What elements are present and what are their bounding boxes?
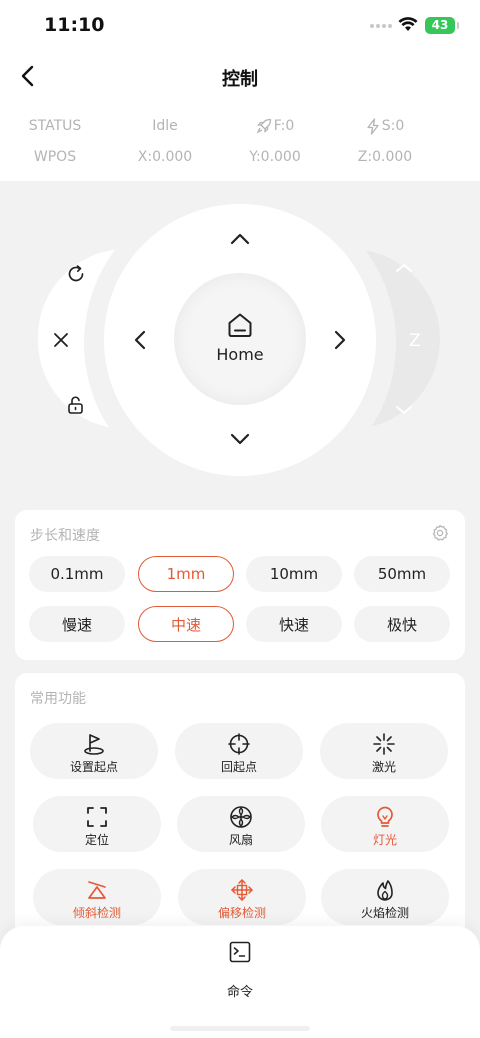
- z-position: Z:0.000: [357, 149, 413, 165]
- move-right-button[interactable]: [325, 325, 355, 355]
- home-label: Home: [216, 345, 264, 364]
- bottom-command-panel: 命令: [0, 926, 480, 1038]
- home-icon: [228, 313, 252, 337]
- positioning-label: 定位: [84, 833, 109, 847]
- step-option-1mm[interactable]: 1mm: [138, 556, 234, 592]
- wpos-label: WPOS: [33, 149, 77, 165]
- offset-detection-label: 偏移检测: [217, 906, 266, 920]
- step-option-10mm[interactable]: 10mm: [246, 556, 342, 592]
- spindle-speed: S:0: [330, 112, 440, 140]
- flame-detection-label: 火焰检测: [360, 906, 409, 920]
- gear-icon: [432, 524, 448, 541]
- lightning-icon: [367, 117, 379, 135]
- fan-icon: [230, 806, 252, 828]
- refresh-icon: [68, 265, 84, 282]
- light-button[interactable]: 灯光: [321, 796, 449, 852]
- rocket-icon: [256, 118, 271, 134]
- clock: 11:10: [44, 14, 105, 36]
- tilt-detection-label: 倾斜检测: [72, 906, 121, 920]
- home-button[interactable]: Home: [174, 273, 306, 405]
- move-down-button[interactable]: [225, 424, 255, 454]
- laser-button[interactable]: 激光: [320, 723, 448, 779]
- laser-icon: [373, 733, 395, 755]
- close-icon: [54, 333, 68, 347]
- frame-icon: [87, 807, 107, 827]
- flag-icon: [84, 734, 104, 755]
- wifi-icon: [398, 16, 418, 36]
- speed-option-max[interactable]: 极快: [354, 606, 450, 642]
- return-origin-button[interactable]: 回起点: [175, 723, 303, 779]
- speed-option-slow[interactable]: 慢速: [29, 606, 125, 642]
- crosshair-icon: [228, 733, 250, 755]
- spindle-value: S:0: [381, 118, 405, 134]
- flame-detection-button[interactable]: 火焰检测: [321, 869, 449, 925]
- home-indicator: [170, 1026, 310, 1031]
- speed-option-medium[interactable]: 中速: [138, 606, 234, 642]
- move-icon: [231, 879, 253, 901]
- chevron-up-icon: [230, 233, 250, 245]
- unlock-button[interactable]: [61, 390, 91, 420]
- status-label: STATUS: [28, 118, 82, 134]
- return-origin-label: 回起点: [220, 760, 257, 774]
- machine-state: Idle: [152, 118, 178, 134]
- positioning-button[interactable]: 定位: [33, 796, 161, 852]
- step-option-0.1mm[interactable]: 0.1mm: [29, 556, 125, 592]
- jog-control-area: Home Z: [0, 181, 480, 511]
- terminal-icon: [229, 941, 251, 963]
- step-speed-title: 步长和速度: [30, 528, 100, 544]
- move-left-button[interactable]: [125, 325, 155, 355]
- refresh-button[interactable]: [61, 259, 91, 289]
- laser-label: 激光: [371, 760, 396, 774]
- move-up-button[interactable]: [225, 224, 255, 254]
- common-functions-title: 常用功能: [30, 691, 86, 707]
- settings-button[interactable]: [431, 524, 449, 542]
- feed-value: F:0: [273, 118, 295, 134]
- command-button[interactable]: 命令: [200, 938, 280, 1000]
- speed-option-fast[interactable]: 快速: [246, 606, 342, 642]
- offset-detection-button[interactable]: 偏移检测: [178, 869, 306, 925]
- cellular-signal-icon: [370, 24, 392, 30]
- x-position: X:0.000: [137, 149, 193, 165]
- bulb-icon: [377, 806, 393, 827]
- chevron-up-icon: [396, 264, 412, 272]
- z-down-button[interactable]: [389, 395, 419, 425]
- fan-button[interactable]: 风扇: [177, 796, 305, 852]
- y-position: Y:0.000: [249, 149, 301, 165]
- fan-label: 风扇: [228, 833, 253, 847]
- feed-rate: F:0: [220, 112, 330, 140]
- chevron-down-icon: [230, 433, 250, 445]
- chevron-down-icon: [396, 406, 412, 414]
- flame-icon: [377, 880, 393, 901]
- stop-button[interactable]: [46, 325, 76, 355]
- light-label: 灯光: [372, 833, 397, 847]
- tilt-detection-button[interactable]: 倾斜检测: [33, 869, 161, 925]
- chevron-right-icon: [334, 330, 346, 350]
- z-up-button[interactable]: [389, 253, 419, 283]
- step-option-50mm[interactable]: 50mm: [354, 556, 450, 592]
- tilt-icon: [88, 881, 106, 899]
- unlock-icon: [68, 396, 83, 414]
- command-label: 命令: [226, 985, 253, 1000]
- status-bar: 11:10 43: [0, 0, 480, 52]
- navigation-bar: 控制: [0, 52, 480, 100]
- page-title: 控制: [222, 69, 258, 90]
- chevron-left-icon: [134, 330, 146, 350]
- header-area: 11:10 43 控制 STATUS Idle F:0 S:0 WPOS X:0…: [0, 0, 480, 181]
- machine-status-panel: STATUS Idle F:0 S:0 WPOS X:0.000 Y:0.000…: [0, 112, 480, 174]
- z-axis-label: Z: [409, 331, 421, 351]
- step-speed-card: 步长和速度 0.1mm 1mm 10mm 50mm 慢速 中速 快速 极快: [15, 510, 465, 660]
- set-origin-label: 设置起点: [69, 760, 118, 774]
- battery-icon: 43: [425, 17, 459, 34]
- set-origin-button[interactable]: 设置起点: [30, 723, 158, 779]
